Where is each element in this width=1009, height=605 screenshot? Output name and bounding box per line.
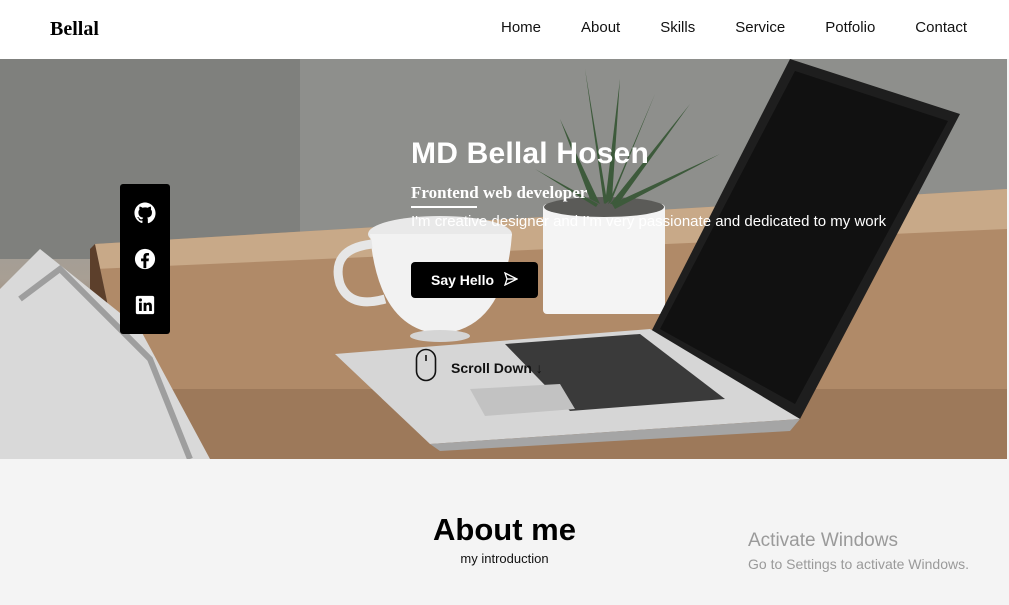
social-links [120, 184, 170, 334]
mouse-icon [415, 348, 437, 387]
nav-service[interactable]: Service [735, 19, 785, 36]
nav-contact[interactable]: Contact [915, 19, 967, 36]
role-underline [411, 206, 477, 208]
hero-name: MD Bellal Hosen [411, 137, 650, 170]
watermark-title: Activate Windows [748, 530, 898, 551]
activation-watermark: Activate Windows Go to Settings to activ… [748, 530, 969, 572]
nav-skills[interactable]: Skills [660, 19, 695, 36]
watermark-subtitle: Go to Settings to activate Windows. [748, 556, 969, 572]
facebook-icon[interactable] [134, 248, 156, 270]
main-nav: Home About Skills Service Potfolio Conta… [501, 19, 967, 36]
say-hello-label: Say Hello [430, 272, 495, 288]
send-icon [503, 271, 519, 289]
linkedin-icon[interactable] [134, 294, 156, 316]
hero-role: Frontend web developer [411, 183, 588, 202]
say-hello-button[interactable]: Say Hello [411, 262, 538, 298]
nav-home[interactable]: Home [501, 19, 541, 36]
scroll-down-label: Scroll Down ↓ [451, 359, 543, 376]
nav-about[interactable]: About [581, 19, 620, 36]
hero-text: MD Bellal Hosen Frontend web developer I… [411, 137, 886, 230]
scroll-down-link[interactable]: Scroll Down ↓ [415, 348, 543, 387]
nav-portfolio[interactable]: Potfolio [825, 19, 875, 36]
site-logo[interactable]: Bellal [50, 18, 99, 41]
github-icon[interactable] [134, 202, 156, 224]
hero-description: I'm creative designer and I'm very passi… [411, 213, 887, 230]
site-header: Bellal Home About Skills Service Potfoli… [0, 0, 1009, 59]
arrow-down-icon: ↓ [535, 359, 543, 376]
